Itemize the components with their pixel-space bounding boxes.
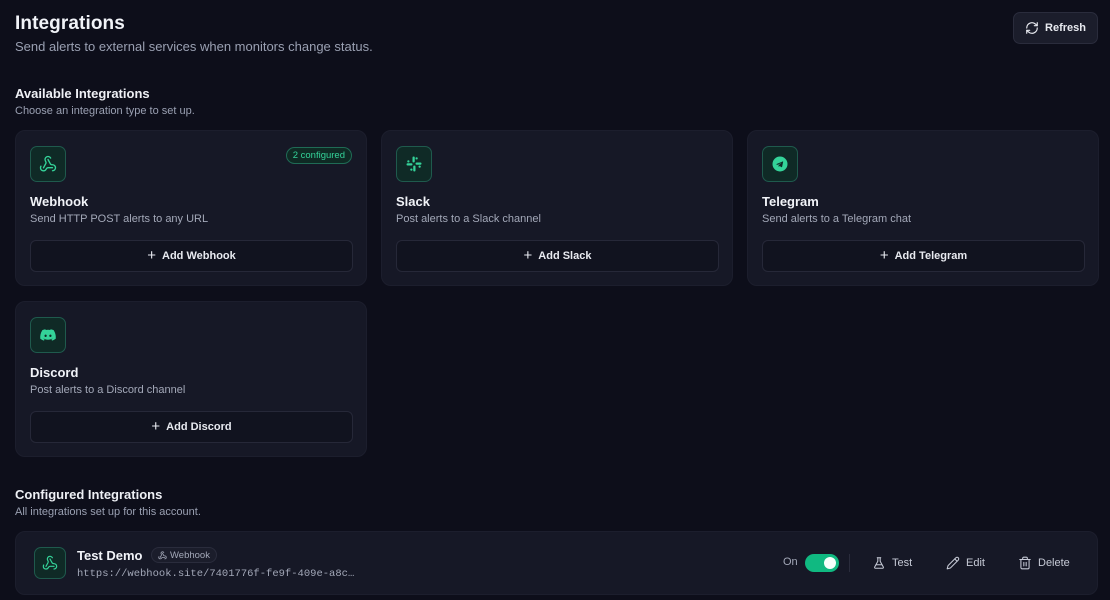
page-header: Integrations Send alerts to external ser… <box>15 12 1098 54</box>
card-title: Discord <box>30 365 79 380</box>
add-button-label: Add Webhook <box>162 250 236 262</box>
integration-type-label: Webhook <box>170 549 210 561</box>
test-button[interactable]: Test <box>872 552 912 574</box>
card-title: Webhook <box>30 194 89 209</box>
telegram-icon <box>762 146 798 182</box>
integration-url: https://webhook.site/7401776f-fe9f-409e-… <box>77 568 355 580</box>
toggle-label: On <box>783 556 798 568</box>
toggle-knob <box>824 557 836 569</box>
integration-name: Test Demo <box>77 548 143 563</box>
enabled-toggle[interactable] <box>805 554 839 572</box>
webhook-icon <box>34 547 66 579</box>
card-description: Post alerts to a Slack channel <box>396 213 541 225</box>
integrations-page: Integrations Send alerts to external ser… <box>15 0 1099 600</box>
refresh-label: Refresh <box>1045 22 1086 34</box>
integration-type-badge: Webhook <box>151 547 217 563</box>
divider <box>849 554 850 572</box>
page-title: Integrations <box>15 13 125 34</box>
test-label: Test <box>892 557 913 569</box>
edit-button[interactable]: Edit <box>946 552 985 574</box>
pencil-icon <box>946 556 960 570</box>
available-integrations-header: Available Integrations Choose an integra… <box>15 86 195 118</box>
add-discord-button[interactable]: + Add Discord <box>30 411 353 443</box>
add-button-label: Add Telegram <box>894 250 968 262</box>
flask-icon <box>874 557 884 569</box>
plus-icon: + <box>151 418 161 435</box>
plus-icon: + <box>147 247 157 264</box>
card-title: Slack <box>396 194 430 209</box>
configured-integration-row: Test Demo Webhook https://webhook.site/7… <box>15 531 1098 595</box>
section-subtitle: Choose an integration type to set up. <box>15 105 195 117</box>
page-subtitle: Send alerts to external services when mo… <box>15 39 373 54</box>
discord-icon <box>30 317 66 353</box>
refresh-icon <box>1026 22 1038 34</box>
add-slack-button[interactable]: + Add Slack <box>396 240 719 272</box>
section-title: Available Integrations <box>15 86 150 101</box>
refresh-button[interactable]: Refresh <box>1013 12 1098 44</box>
trash-icon <box>1019 556 1031 570</box>
slack-icon <box>396 146 432 182</box>
section-title: Configured Integrations <box>15 487 163 502</box>
integration-card-telegram: Telegram Send alerts to a Telegram chat … <box>747 130 1099 286</box>
card-title: Telegram <box>762 194 819 209</box>
add-button-label: Add Slack <box>538 250 592 262</box>
configured-integrations-header: Configured Integrations All integrations… <box>15 487 201 519</box>
plus-icon: + <box>523 247 533 264</box>
add-button-label: Add Discord <box>166 421 232 433</box>
configured-count-badge: 2 configured <box>285 147 352 164</box>
webhook-icon <box>158 550 167 559</box>
integration-card-discord: Discord Post alerts to a Discord channel… <box>15 301 367 457</box>
delete-label: Delete <box>1038 557 1070 569</box>
add-webhook-button[interactable]: + Add Webhook <box>30 240 353 272</box>
card-description: Send alerts to a Telegram chat <box>762 213 911 225</box>
add-telegram-button[interactable]: + Add Telegram <box>762 240 1085 272</box>
delete-button[interactable]: Delete <box>1018 552 1070 574</box>
card-description: Post alerts to a Discord channel <box>30 384 186 396</box>
edit-label: Edit <box>966 557 985 569</box>
integration-card-slack: Slack Post alerts to a Slack channel + A… <box>381 130 733 286</box>
plus-icon: + <box>879 247 889 264</box>
integration-card-webhook: 2 configured Webhook Send HTTP POST aler… <box>15 130 367 286</box>
card-description: Send HTTP POST alerts to any URL <box>30 213 209 225</box>
webhook-icon <box>30 146 66 182</box>
section-subtitle: All integrations set up for this account… <box>15 506 201 518</box>
